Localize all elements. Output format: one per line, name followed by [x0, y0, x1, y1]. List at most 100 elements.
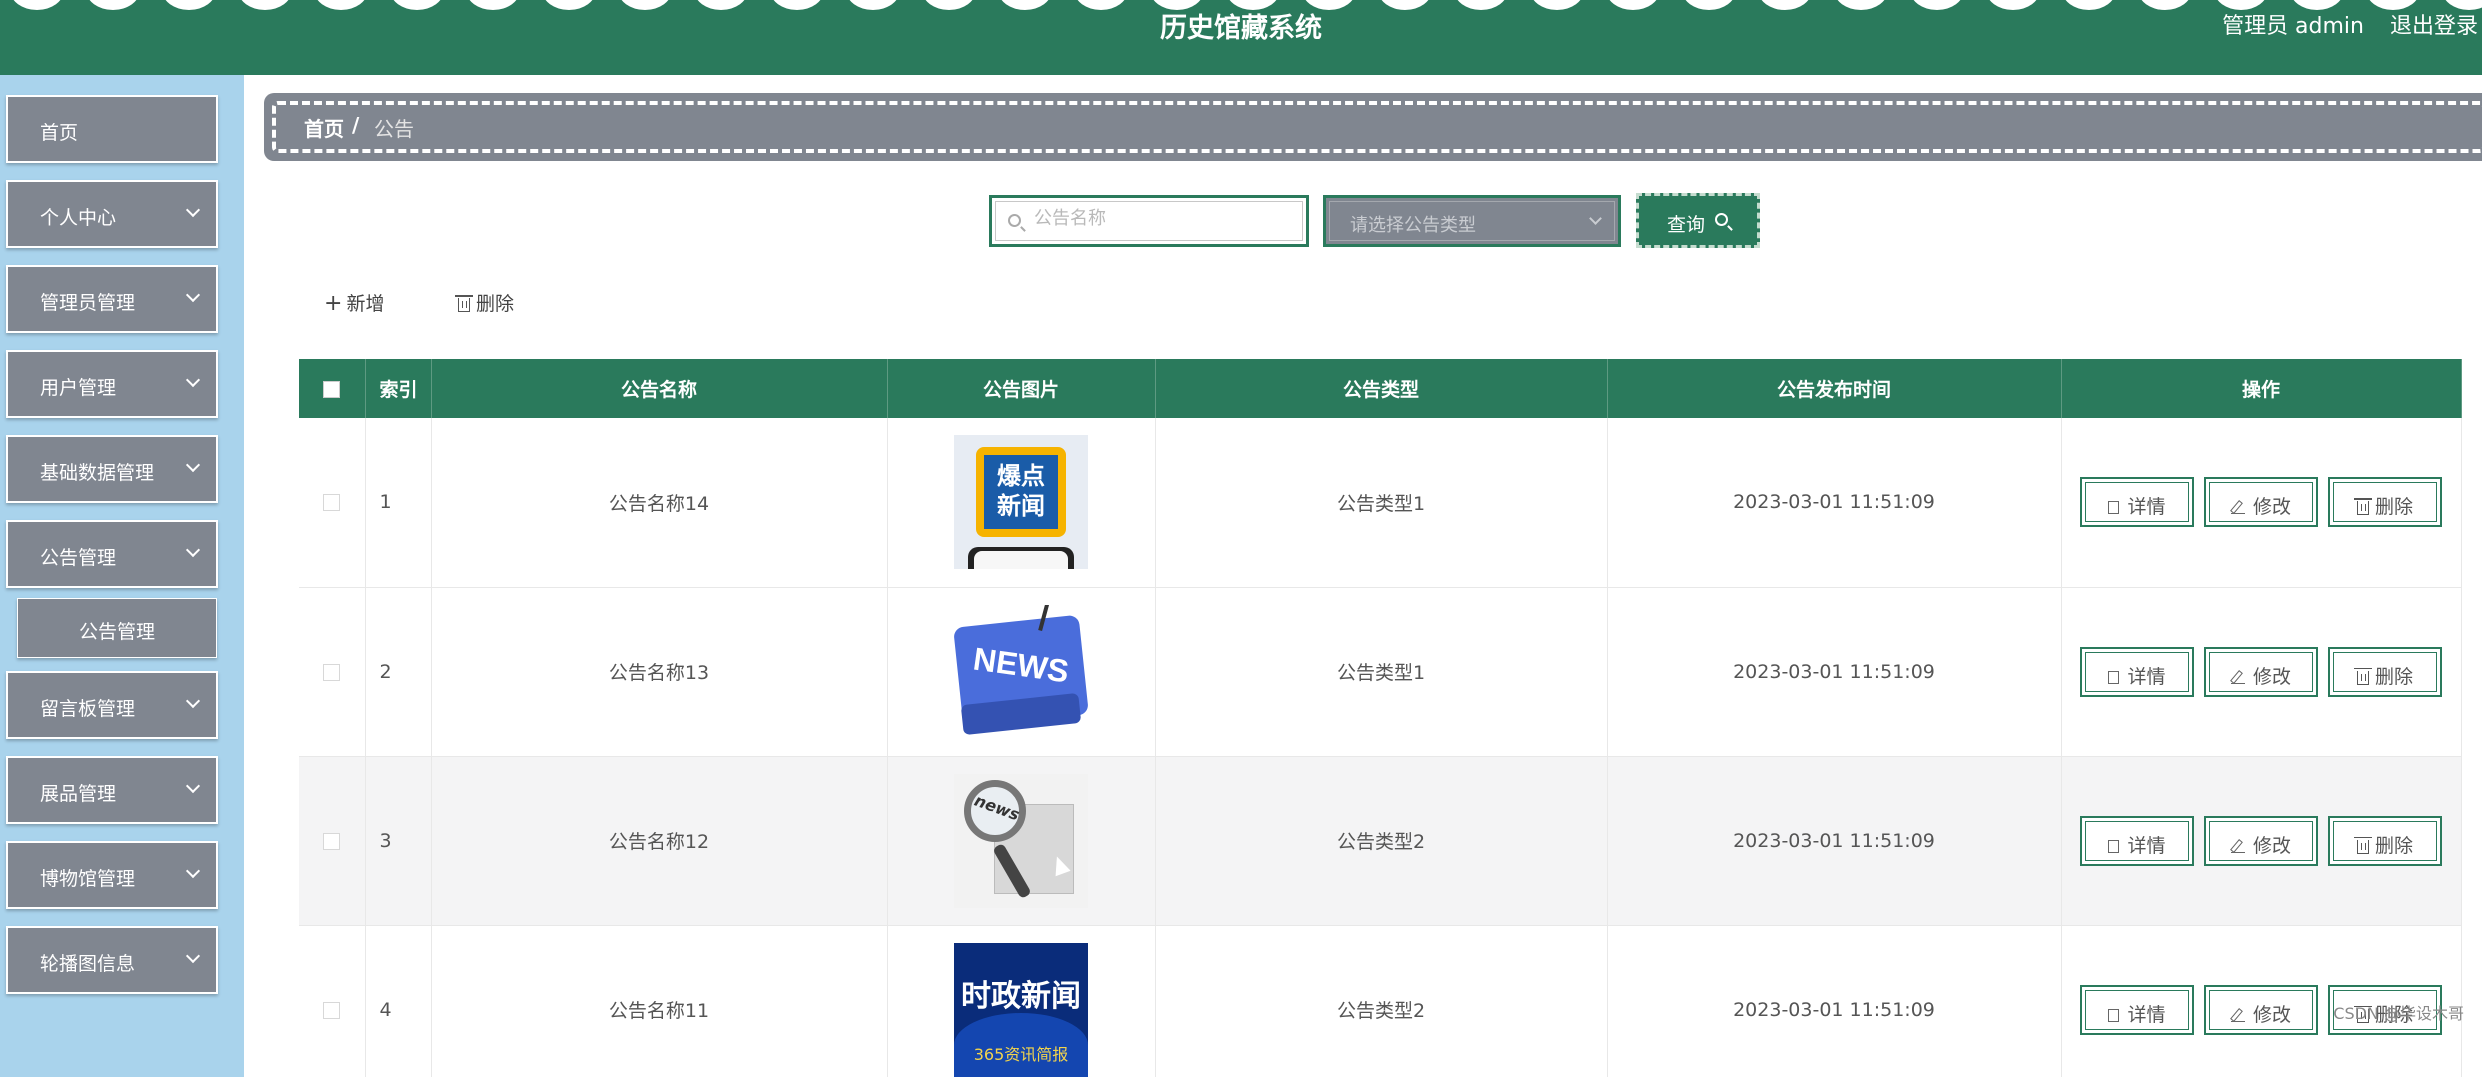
document-icon	[2108, 839, 2120, 853]
add-button-label: 新增	[346, 293, 385, 315]
row-publish-time: 2023-03-01 11:51:09	[1607, 587, 2062, 757]
sidebar-item-message-board[interactable]: 留言板管理	[6, 671, 218, 739]
sidebar-item-admin-management[interactable]: 管理员管理	[6, 265, 218, 333]
sidebar-item-label: 博物馆管理	[40, 868, 136, 890]
column-header-time: 公告发布时间	[1607, 359, 2062, 418]
edit-icon	[2230, 840, 2245, 853]
row-notice-type: 公告类型2	[1155, 756, 1608, 926]
notice-table: 索引 公告名称 公告图片 公告类型 公告发布时间 操作 1 公告名称14 爆点 …	[299, 359, 2462, 1077]
row-index: 1	[365, 418, 432, 588]
table-row: 1 公告名称14 爆点 新闻 公告类型1 2023-03-01 11:51:09…	[299, 418, 2462, 588]
sidebar-item-notice-management[interactable]: 公告管理	[6, 520, 218, 588]
row-index: 3	[365, 756, 432, 926]
breadcrumb: 首页 / 公告	[264, 93, 2482, 161]
sidebar-item-exhibit-management[interactable]: 展品管理	[6, 756, 218, 824]
column-header-type: 公告类型	[1155, 359, 1608, 418]
column-header-name: 公告名称	[431, 359, 888, 418]
trash-icon	[455, 295, 473, 312]
news-key-image[interactable]: NEWS	[954, 604, 1088, 739]
search-icon	[1715, 213, 1728, 226]
document-icon	[2108, 501, 2120, 515]
sidebar: 首页 个人中心 管理员管理 用户管理 基础数据管理 公告管理 公告管理 留言板管…	[0, 75, 244, 1077]
row-checkbox[interactable]	[323, 1001, 341, 1019]
row-notice-name: 公告名称12	[431, 756, 888, 926]
column-header-actions: 操作	[2061, 359, 2462, 418]
sidebar-item-label: 用户管理	[40, 377, 117, 399]
current-news-title: 时政新闻	[961, 978, 1081, 1014]
current-news-subtitle: 365资讯简报	[973, 1044, 1069, 1064]
column-header-index: 索引	[365, 359, 432, 418]
sidebar-item-museum-management[interactable]: 博物馆管理	[6, 841, 218, 909]
sidebar-item-carousel-info[interactable]: 轮播图信息	[6, 926, 218, 994]
trash-icon	[2353, 836, 2372, 854]
batch-delete-button[interactable]: 删除	[455, 289, 515, 316]
edit-button[interactable]: 修改	[2204, 984, 2318, 1035]
detail-button[interactable]: 详情	[2080, 477, 2194, 528]
row-notice-type: 公告类型1	[1155, 418, 1608, 588]
row-notice-name: 公告名称11	[431, 925, 888, 1077]
select-all-checkbox[interactable]	[323, 380, 341, 398]
sidebar-item-user-management[interactable]: 用户管理	[6, 350, 218, 418]
breadcrumb-current: 公告	[374, 117, 414, 141]
notice-name-search[interactable]	[989, 195, 1309, 247]
trash-icon	[2353, 667, 2372, 685]
plus-icon: +	[324, 291, 343, 316]
row-index: 2	[365, 587, 432, 757]
logout-link[interactable]: 退出登录	[2390, 8, 2478, 40]
submenu-item-label: 公告管理	[78, 621, 155, 643]
detail-button[interactable]: 详情	[2080, 815, 2194, 866]
current-user-label: 管理员 admin	[2222, 14, 2364, 39]
row-notice-type: 公告类型2	[1155, 925, 1608, 1077]
row-checkbox[interactable]	[323, 663, 341, 681]
delete-button-label: 删除	[476, 293, 515, 315]
row-notice-name: 公告名称14	[431, 418, 888, 588]
table-row: 4 公告名称11 时政新闻 365资讯简报 公告类型2 2023-03-01 1…	[299, 925, 2462, 1077]
sidebar-item-personal-center[interactable]: 个人中心	[6, 180, 218, 248]
edit-button[interactable]: 修改	[2204, 646, 2318, 697]
document-icon	[2108, 1008, 2120, 1022]
edit-button[interactable]: 修改	[2204, 477, 2318, 528]
sidebar-item-label: 轮播图信息	[40, 953, 136, 975]
detail-button[interactable]: 详情	[2080, 984, 2194, 1035]
badge-bottom-text: 新闻	[997, 492, 1045, 521]
submenu-item-notice-management[interactable]: 公告管理	[17, 598, 217, 658]
document-icon	[2108, 670, 2120, 684]
news-badge-image[interactable]: 爆点 新闻	[954, 435, 1088, 570]
row-notice-type: 公告类型1	[1155, 587, 1608, 757]
breadcrumb-home[interactable]: 首页	[304, 113, 344, 142]
edit-icon	[2230, 1009, 2245, 1022]
select-all-header[interactable]	[299, 359, 366, 418]
table-header-row: 索引 公告名称 公告图片 公告类型 公告发布时间 操作	[299, 359, 2462, 418]
app-title: 历史馆藏系统	[1160, 13, 1322, 44]
edit-icon	[2230, 671, 2245, 684]
row-index: 4	[365, 925, 432, 1077]
search-icon	[1008, 214, 1021, 227]
delete-button[interactable]: 删除	[2328, 477, 2442, 528]
sidebar-item-label: 展品管理	[40, 783, 117, 805]
sidebar-item-label: 个人中心	[40, 207, 117, 229]
trash-icon	[2353, 498, 2372, 516]
notice-type-select[interactable]: 请选择公告类型	[1323, 195, 1621, 247]
delete-button[interactable]: 删除	[2328, 815, 2442, 866]
edit-button[interactable]: 修改	[2204, 815, 2318, 866]
sidebar-item-label: 管理员管理	[40, 292, 136, 314]
query-button[interactable]: 查询	[1636, 193, 1760, 248]
sidebar-item-label: 基础数据管理	[40, 462, 155, 484]
badge-top-text: 爆点	[997, 462, 1045, 491]
row-checkbox[interactable]	[323, 494, 341, 512]
column-header-image: 公告图片	[887, 359, 1156, 418]
add-button[interactable]: + 新增	[324, 289, 384, 316]
sidebar-item-home[interactable]: 首页	[6, 95, 218, 163]
news-magnifier-image[interactable]: news	[954, 773, 1088, 908]
row-publish-time: 2023-03-01 11:51:09	[1607, 418, 2062, 588]
query-button-label: 查询	[1667, 214, 1706, 236]
breadcrumb-separator: /	[352, 113, 360, 137]
top-header: 历史馆藏系统 管理员 admin 退出登录	[0, 0, 2482, 75]
current-news-image[interactable]: 时政新闻 365资讯简报	[954, 942, 1088, 1077]
sidebar-item-label: 留言板管理	[40, 698, 136, 720]
detail-button[interactable]: 详情	[2080, 646, 2194, 697]
notice-name-input[interactable]	[1034, 208, 1284, 229]
sidebar-item-base-data[interactable]: 基础数据管理	[6, 435, 218, 503]
row-checkbox[interactable]	[323, 832, 341, 850]
delete-button[interactable]: 删除	[2328, 646, 2442, 697]
